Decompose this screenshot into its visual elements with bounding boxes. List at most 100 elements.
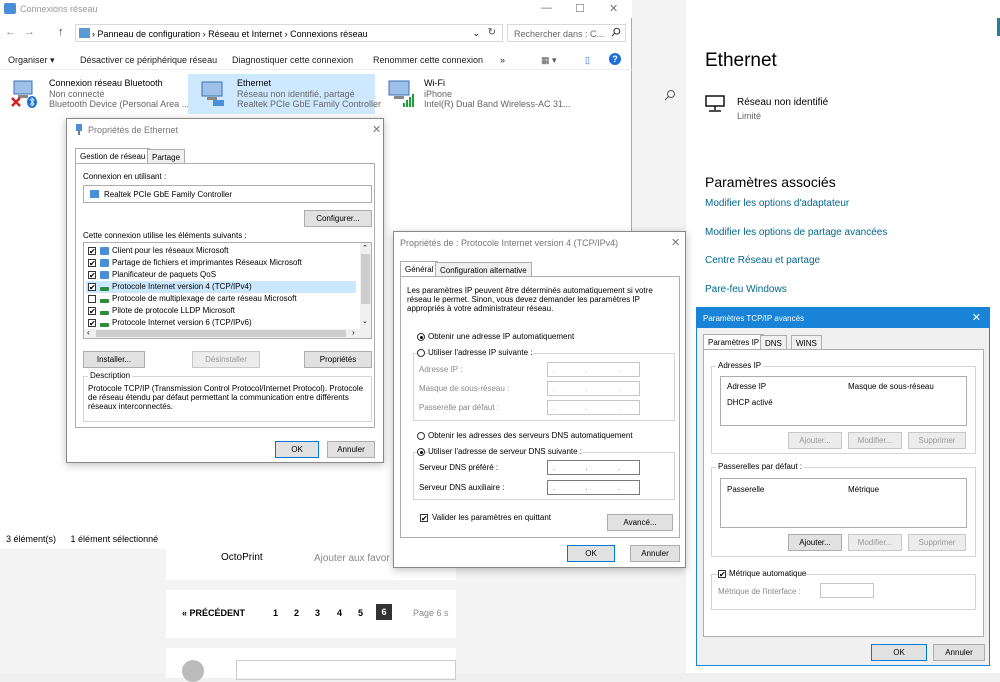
organize-button[interactable]: Organiser ▾ bbox=[8, 55, 55, 66]
gateway-table[interactable]: Passerelle Métrique bbox=[720, 478, 967, 528]
firewall-link[interactable]: Pare-feu Windows bbox=[705, 284, 787, 295]
configure-button[interactable]: Configurer... bbox=[304, 210, 372, 227]
gateway-field[interactable]: . . . bbox=[547, 400, 640, 415]
list-item[interactable]: ✔ Pilote de protocole LLDP Microsoft bbox=[86, 305, 356, 317]
alternate-dns-field[interactable]: . . . bbox=[547, 480, 640, 495]
item-checkbox[interactable]: ✔ bbox=[88, 283, 96, 292]
properties-button[interactable]: Propriétés bbox=[304, 351, 372, 368]
list-item[interactable]: ✔ Planificateur de paquets QoS bbox=[86, 269, 356, 281]
auto-ip-radio[interactable] bbox=[417, 333, 425, 341]
more-commands-button[interactable]: » bbox=[500, 55, 505, 65]
scroll-right-icon[interactable]: › bbox=[352, 328, 355, 337]
ok-button[interactable]: OK bbox=[275, 441, 319, 458]
network-center-link[interactable]: Centre Réseau et partage bbox=[705, 255, 820, 266]
close-button[interactable]: ✕ bbox=[609, 2, 618, 15]
maximize-button[interactable]: ☐ bbox=[575, 2, 585, 15]
uninstall-button[interactable]: Désinstaller bbox=[192, 351, 260, 368]
item-checkbox[interactable]: ✔ bbox=[88, 247, 96, 256]
search-input[interactable]: Rechercher dans : C... bbox=[507, 24, 626, 42]
close-icon[interactable]: ✕ bbox=[972, 311, 981, 324]
auto-metric-checkbox[interactable]: ✔ bbox=[718, 570, 726, 579]
tab-general[interactable]: Général bbox=[400, 261, 439, 277]
list-item[interactable]: ✔ Partage de fichiers et imprimantes Rése… bbox=[86, 257, 356, 269]
add-favorite-link[interactable]: Ajouter aux favor bbox=[314, 553, 390, 564]
edit-gateway-button[interactable]: Modifier... bbox=[848, 534, 902, 551]
help-icon[interactable]: ? bbox=[609, 53, 621, 65]
minimize-button[interactable]: — bbox=[541, 2, 552, 14]
chevron-down-icon[interactable]: ⌄ bbox=[472, 28, 480, 39]
subnet-mask-field[interactable]: . . . bbox=[547, 381, 640, 396]
breadcrumb[interactable]: › Panneau de configuration › Réseau et I… bbox=[92, 29, 368, 39]
item-checkbox[interactable]: ✔ bbox=[88, 271, 96, 280]
cancel-button[interactable]: Annuler bbox=[327, 441, 375, 458]
advanced-sharing-link[interactable]: Modifier les options de partage avancées bbox=[705, 227, 887, 238]
preview-pane-icon[interactable]: ▯ bbox=[585, 55, 590, 66]
scroll-down-icon[interactable]: ⌄ bbox=[362, 317, 368, 325]
auto-dns-radio[interactable] bbox=[417, 432, 425, 440]
manual-ip-radio[interactable] bbox=[417, 349, 425, 357]
scrollbar-thumb[interactable] bbox=[361, 254, 370, 304]
connection-bluetooth[interactable]: Connexion réseau Bluetooth Non connecté … bbox=[0, 74, 190, 114]
ip-address-field[interactable]: . . . bbox=[547, 362, 640, 377]
item-checkbox[interactable]: ✔ bbox=[88, 259, 96, 268]
validate-checkbox[interactable]: ✔ bbox=[420, 514, 428, 523]
advanced-button[interactable]: Avancé... bbox=[607, 514, 673, 531]
cancel-button[interactable]: Annuler bbox=[630, 545, 680, 562]
page-link[interactable]: 4 bbox=[337, 608, 342, 618]
table-row[interactable]: DHCP activé bbox=[727, 398, 773, 407]
connection-wifi[interactable]: Wi-Fi iPhone Intel(R) Dual Band Wireless… bbox=[375, 74, 571, 114]
tab-ip-settings[interactable]: Paramètres IP bbox=[703, 334, 765, 350]
item-checkbox[interactable]: ✔ bbox=[88, 307, 96, 316]
horizontal-scrollbar[interactable]: ‹ › bbox=[84, 328, 371, 338]
delete-gateway-button[interactable]: Supprimer bbox=[908, 534, 966, 551]
preferred-dns-field[interactable]: . . . bbox=[547, 460, 640, 475]
tab-sharing[interactable]: Partage bbox=[147, 149, 186, 164]
ok-button[interactable]: OK bbox=[871, 644, 927, 661]
page-link[interactable]: 2 bbox=[294, 608, 299, 618]
comment-input[interactable] bbox=[236, 660, 456, 680]
prev-page-link[interactable]: « PRÉCÉDENT bbox=[182, 608, 245, 618]
refresh-icon[interactable]: ↻ bbox=[488, 27, 496, 38]
scroll-up-icon[interactable]: ⌃ bbox=[362, 244, 368, 252]
close-icon[interactable]: ✕ bbox=[671, 236, 680, 249]
disable-device-button[interactable]: Désactiver ce périphérique réseau bbox=[80, 55, 217, 65]
active-page[interactable]: 6 bbox=[376, 604, 392, 620]
tab-wins[interactable]: WINS bbox=[791, 335, 822, 350]
close-icon[interactable]: ✕ bbox=[372, 123, 381, 136]
interface-metric-field[interactable] bbox=[820, 583, 874, 598]
item-checkbox[interactable] bbox=[88, 295, 96, 303]
page-link[interactable]: 3 bbox=[315, 608, 320, 618]
manual-dns-radio[interactable] bbox=[417, 448, 425, 456]
adapter-options-link[interactable]: Modifier les options d'adaptateur bbox=[705, 198, 849, 209]
items-list[interactable]: ✔ Client pour les réseaux Microsoft ✔ Part… bbox=[83, 242, 372, 339]
address-bar[interactable]: › Panneau de configuration › Réseau et I… bbox=[75, 24, 503, 42]
page-link[interactable]: 5 bbox=[358, 608, 363, 618]
add-gateway-button[interactable]: Ajouter... bbox=[788, 534, 842, 551]
tab-alternate-config[interactable]: Configuration alternative bbox=[435, 262, 532, 277]
forward-icon[interactable]: → bbox=[24, 26, 35, 38]
view-options-icon[interactable]: ▦ ▾ bbox=[541, 55, 557, 66]
cancel-button[interactable]: Annuler bbox=[933, 644, 985, 661]
scrollbar-thumb[interactable] bbox=[96, 330, 346, 337]
vertical-scrollbar[interactable]: ⌃ ⌄ bbox=[360, 243, 371, 329]
diagnose-button[interactable]: Diagnostiquer cette connexion bbox=[232, 55, 353, 65]
list-item[interactable]: ✔ Client pour les réseaux Microsoft bbox=[86, 245, 356, 257]
delete-ip-button[interactable]: Supprimer bbox=[908, 432, 966, 449]
list-item-selected[interactable]: ✔ Protocole Internet version 4 (TCP/IPv4) bbox=[86, 281, 356, 293]
search-icon[interactable] bbox=[664, 89, 676, 101]
tab-dns[interactable]: DNS bbox=[760, 335, 787, 350]
list-item[interactable]: Protocole de multiplexage de carte résea… bbox=[86, 293, 356, 305]
add-ip-button[interactable]: Ajouter... bbox=[788, 432, 842, 449]
connection-ethernet[interactable]: Ethernet Réseau non identifié, partagé R… bbox=[188, 74, 381, 114]
rename-button[interactable]: Renommer cette connexion bbox=[373, 55, 483, 65]
page-link[interactable]: 1 bbox=[273, 608, 278, 618]
edit-ip-button[interactable]: Modifier... bbox=[848, 432, 902, 449]
ok-button[interactable]: OK bbox=[567, 545, 615, 562]
install-button[interactable]: Installer... bbox=[83, 351, 145, 368]
back-icon[interactable]: ← bbox=[5, 26, 16, 38]
tab-networking[interactable]: Gestion de réseau bbox=[75, 148, 151, 164]
ip-address-table[interactable]: Adresse IP Masque de sous-réseau DHCP ac… bbox=[720, 376, 967, 426]
up-icon[interactable]: ↑ bbox=[58, 26, 64, 38]
scroll-left-icon[interactable]: ‹ bbox=[87, 328, 90, 337]
item-checkbox[interactable]: ✔ bbox=[88, 319, 96, 328]
